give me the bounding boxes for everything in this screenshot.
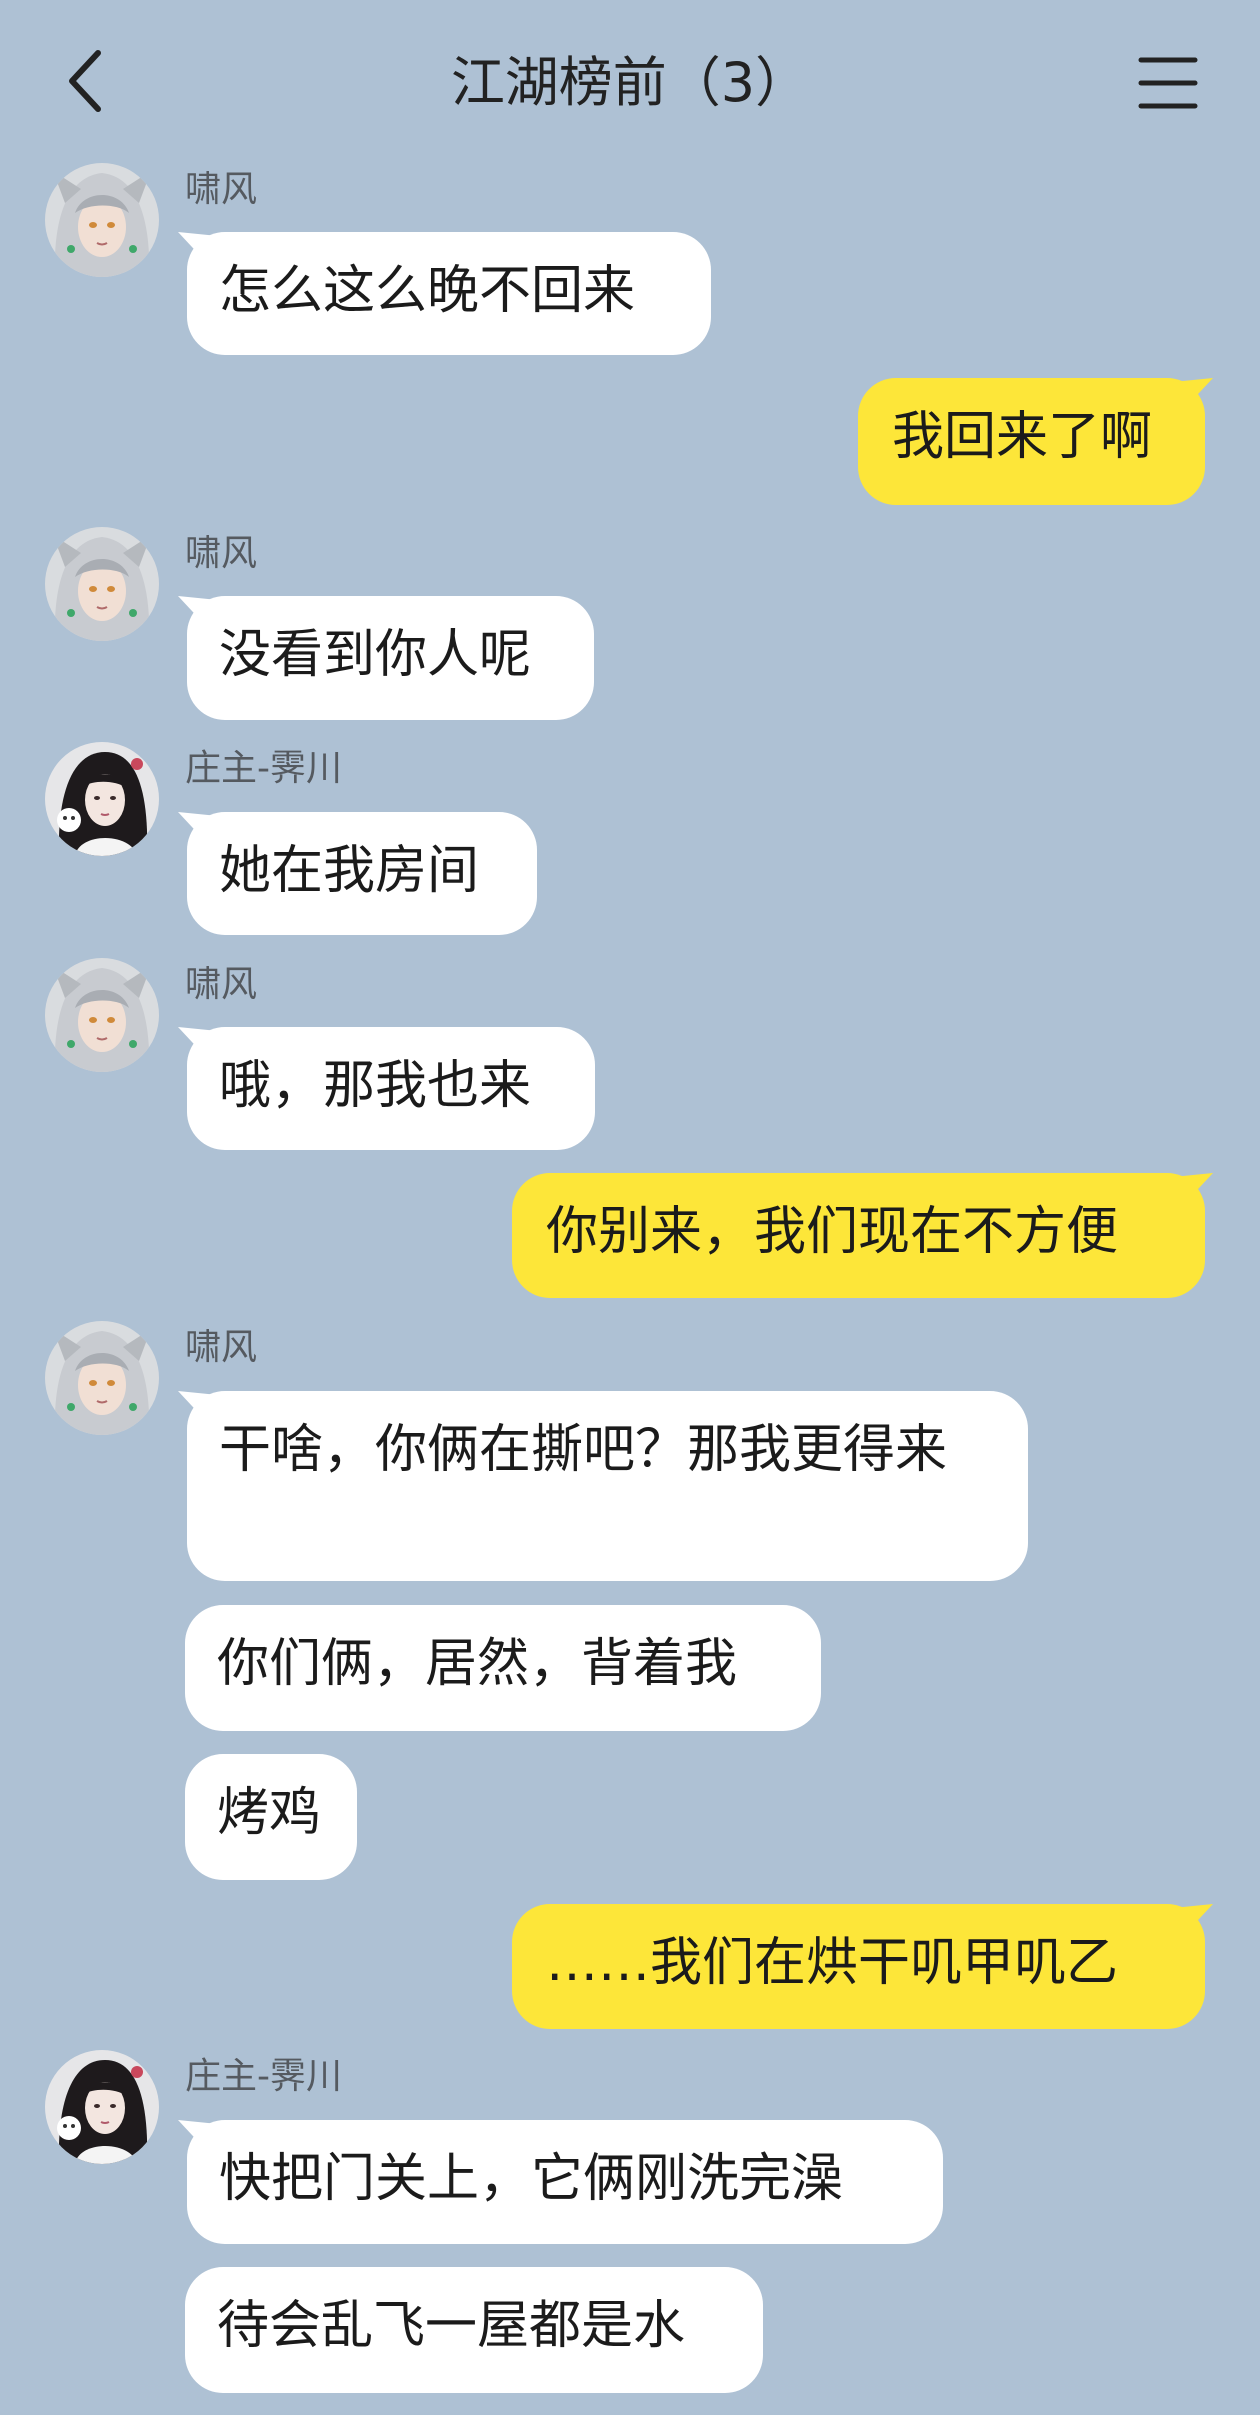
sender-name: 庄主-霁川 — [185, 2056, 342, 2097]
avatar-zhuangzhu-jichuan[interactable] — [45, 2050, 159, 2164]
sender-name: 啸风 — [185, 533, 258, 574]
sender-name: 啸风 — [185, 169, 258, 210]
chevron-left-icon — [69, 50, 101, 112]
message-text: 我回来了啊 — [892, 407, 1153, 467]
message-bubble-incoming[interactable]: 没看到你人呢 — [178, 596, 594, 720]
avatar-xiaofeng[interactable] — [45, 1321, 159, 1435]
avatar-xiaofeng[interactable] — [45, 958, 159, 1072]
menu-button[interactable] — [1135, 50, 1201, 116]
message-bubble-incoming[interactable]: 怎么这么晚不回来 — [178, 232, 711, 355]
avatar-xiaofeng[interactable] — [45, 527, 159, 641]
message-bubble-incoming[interactable]: 你们俩，居然，背着我 — [185, 1605, 821, 1731]
message-text: 烤鸡 — [217, 1783, 322, 1843]
bubble-tail — [178, 232, 218, 262]
avatar-zhuangzhu-jichuan[interactable] — [45, 742, 159, 856]
message-bubble-incoming[interactable]: 哦，那我也来 — [178, 1027, 595, 1150]
chat-header: 江湖榜前（3） — [0, 0, 1260, 160]
message-bubble-outgoing[interactable]: ……我们在烘干叽甲叽乙 — [512, 1904, 1213, 2029]
message-text: 快把门关上，它俩刚洗完澡 — [219, 2149, 844, 2209]
hamburger-menu-icon — [1138, 57, 1198, 109]
message-bubble-incoming[interactable]: 干啥，你俩在撕吧？那我更得来 — [178, 1391, 1028, 1581]
bubble-tail — [178, 1391, 218, 1421]
message-bubble-outgoing[interactable]: 你别来，我们现在不方便 — [512, 1173, 1213, 1298]
bubble-tail — [1173, 378, 1213, 408]
message-bubble-incoming[interactable]: 快把门关上，它俩刚洗完澡 — [178, 2120, 943, 2244]
bubble-tail — [1173, 1173, 1213, 1203]
sender-name: 啸风 — [185, 1327, 258, 1368]
message-text: ……我们在烘干叽甲叽乙 — [546, 1933, 1119, 1993]
message-bubble-incoming[interactable]: 烤鸡 — [185, 1754, 357, 1880]
message-text: 没看到你人呢 — [219, 625, 532, 685]
chat-title: 江湖榜前（3） — [450, 51, 810, 114]
message-text: 哦，那我也来 — [219, 1056, 532, 1116]
message-bubble-incoming[interactable]: 待会乱飞一屋都是水 — [185, 2267, 763, 2393]
bubble-tail — [178, 596, 218, 626]
back-button[interactable] — [60, 45, 120, 117]
bubble-tail — [178, 2120, 218, 2150]
sender-name: 啸风 — [185, 964, 258, 1005]
message-text: 待会乱飞一屋都是水 — [217, 2296, 686, 2356]
avatar-xiaofeng[interactable] — [45, 163, 159, 277]
bubble-tail — [1173, 1904, 1213, 1934]
sender-name: 庄主-霁川 — [185, 748, 342, 789]
bubble-tail — [178, 812, 218, 842]
message-bubble-incoming[interactable]: 她在我房间 — [178, 812, 537, 935]
message-text: 你别来，我们现在不方便 — [546, 1202, 1119, 1262]
message-text: 你们俩，居然，背着我 — [217, 1634, 738, 1694]
message-text: 她在我房间 — [219, 841, 480, 901]
message-text: 怎么这么晚不回来 — [219, 261, 636, 321]
bubble-tail — [178, 1027, 218, 1057]
message-bubble-outgoing[interactable]: 我回来了啊 — [858, 378, 1213, 505]
message-text: 干啥，你俩在撕吧？那我更得来 — [219, 1420, 948, 1480]
